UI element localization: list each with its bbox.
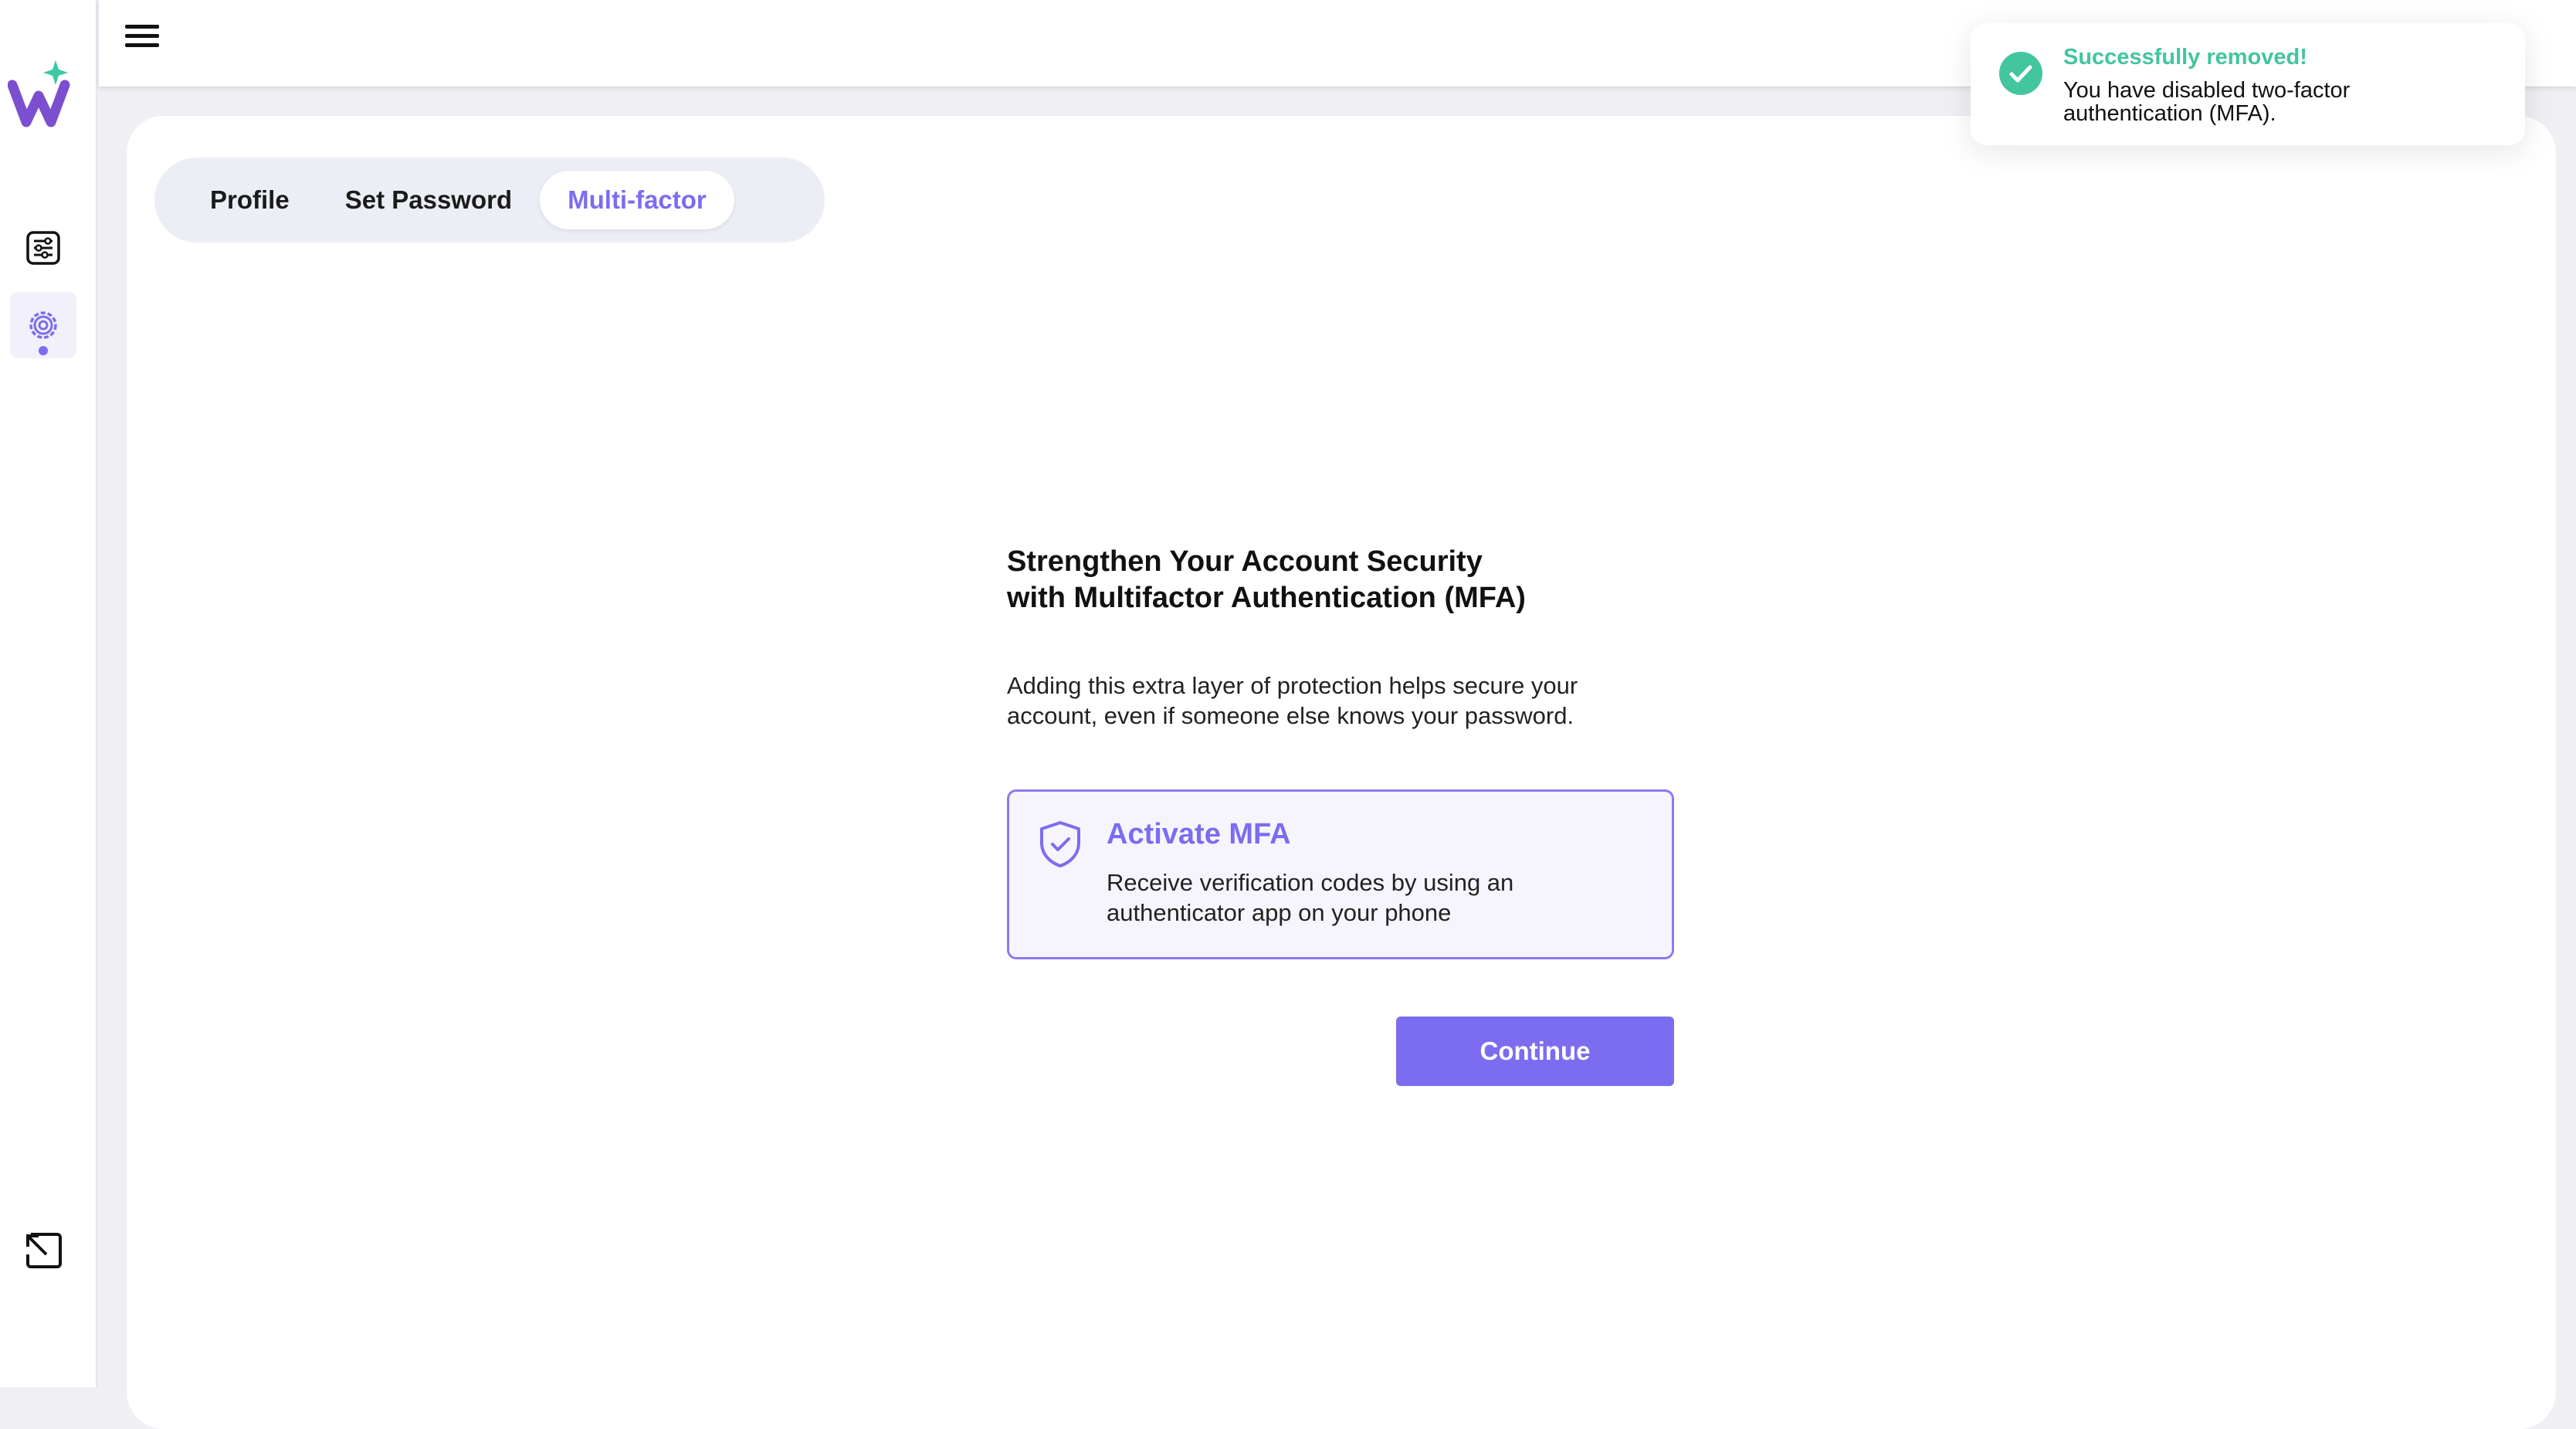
success-toast: Successfully removed! You have disabled …: [1971, 23, 2525, 145]
page-title: Strengthen Your Account Security with Mu…: [1007, 545, 1526, 614]
tab-set-password[interactable]: Set Password: [317, 171, 540, 229]
sidebar: [0, 0, 97, 1387]
gear-icon: [29, 311, 57, 339]
toast-title: Successfully removed!: [2063, 45, 2307, 70]
sidebar-item-settings[interactable]: [10, 292, 76, 358]
toast-message: You have disabled two-factor authenticat…: [2063, 78, 2351, 126]
tab-profile[interactable]: Profile: [182, 171, 317, 229]
settings-tabs: Profile Set Password Multi-factor: [154, 158, 825, 243]
logout-arrow-icon[interactable]: [23, 1231, 63, 1271]
mfa-section: Strengthen Your Account Security with Mu…: [1007, 544, 1679, 959]
mfa-option-description: Receive verification codes by using an a…: [1107, 869, 1514, 926]
shield-check-icon: [1040, 821, 1080, 867]
sidebar-item-dashboard[interactable]: [10, 215, 76, 281]
hamburger-icon[interactable]: [125, 25, 161, 53]
continue-button[interactable]: Continue: [1396, 1017, 1674, 1086]
mfa-option-title: Activate MFA: [1107, 818, 1291, 850]
active-indicator-dot: [39, 346, 48, 355]
mfa-description: Adding this extra layer of protection he…: [1007, 672, 1578, 729]
check-circle-icon: [1999, 52, 2042, 95]
sliders-list-icon: [26, 231, 60, 265]
app-logo[interactable]: [8, 59, 80, 131]
activate-mfa-option[interactable]: Activate MFA Receive verification codes …: [1007, 789, 1674, 959]
tab-multi-factor[interactable]: Multi-factor: [540, 171, 734, 229]
